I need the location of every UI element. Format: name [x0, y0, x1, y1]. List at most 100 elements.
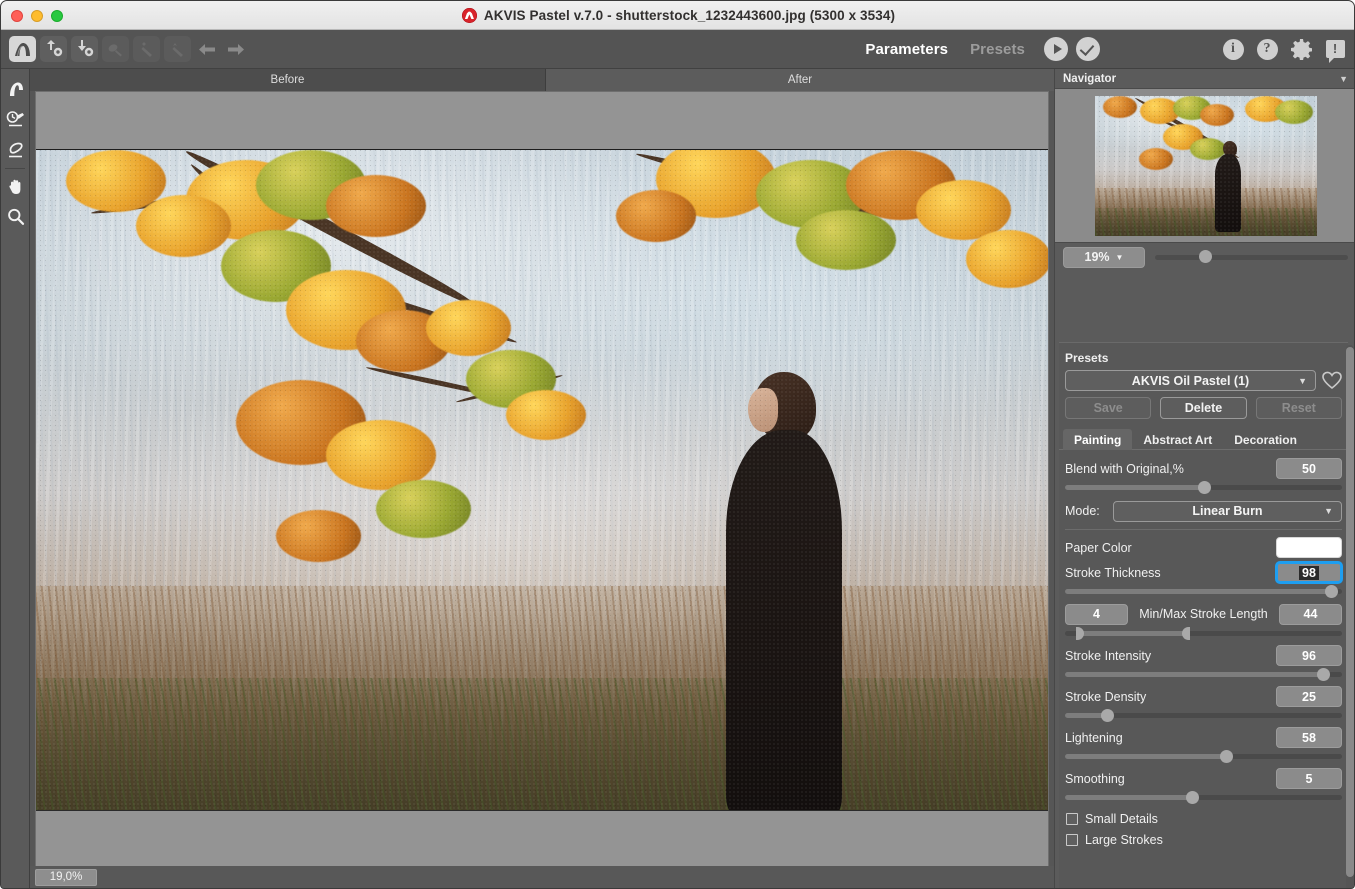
settings-button[interactable]: [1290, 38, 1312, 60]
min-stroke-length-value[interactable]: 4: [1065, 604, 1128, 625]
tab-painting[interactable]: Painting: [1063, 429, 1132, 450]
blend-with-original-value[interactable]: 50: [1276, 458, 1342, 479]
help-button[interactable]: ?: [1256, 38, 1278, 60]
navigator-preview-area[interactable]: [1055, 89, 1355, 243]
chevron-down-icon: ▼: [1298, 376, 1307, 386]
apply-button[interactable]: [1076, 37, 1100, 61]
load-settings-button[interactable]: [40, 36, 67, 62]
info-button[interactable]: i: [1222, 38, 1244, 60]
sidebar-item-hand-tool[interactable]: [1, 172, 30, 202]
large-strokes-row[interactable]: Large Strokes: [1065, 829, 1342, 850]
akvis-logo-button[interactable]: [9, 36, 36, 62]
stroke-thickness-value[interactable]: 98: [1276, 562, 1342, 583]
arrow-up-gear-icon: [44, 40, 64, 58]
tab-abstract-art[interactable]: Abstract Art: [1132, 429, 1223, 450]
stroke-thickness-slider[interactable]: [1065, 586, 1342, 597]
right-panel: Navigator ▼: [1054, 69, 1355, 889]
slider-fill: [1076, 631, 1190, 636]
tab-presets[interactable]: Presets: [959, 41, 1036, 58]
stroke-thickness-label: Stroke Thickness: [1065, 566, 1276, 580]
window-controls[interactable]: [11, 10, 63, 22]
slider-handle[interactable]: [1198, 481, 1211, 494]
preset-selected-value: AKVIS Oil Pastel (1): [1132, 374, 1249, 388]
mode-select[interactable]: Linear Burn ▼: [1113, 501, 1342, 522]
akvis-mountain-icon: [13, 41, 32, 58]
zoom-slider-track: [1155, 255, 1348, 260]
tab-parameters[interactable]: Parameters: [854, 41, 959, 58]
question-icon: ?: [1257, 39, 1278, 60]
parameter-tabs: Painting Abstract Art Decoration: [1059, 429, 1348, 450]
scrollbar-thumb[interactable]: [1346, 347, 1354, 877]
navigator-title: Navigator: [1063, 73, 1116, 85]
right-panel-scrollbar[interactable]: [1346, 345, 1354, 889]
lightening-value[interactable]: 58: [1276, 727, 1342, 748]
zoom-slider[interactable]: [1155, 254, 1348, 260]
slider-fill: [1065, 795, 1192, 800]
navigator-thumbnail[interactable]: [1095, 96, 1317, 236]
small-details-row[interactable]: Small Details: [1065, 808, 1342, 829]
minimize-button[interactable]: [31, 10, 43, 22]
min-max-stroke-length-slider[interactable]: [1065, 628, 1342, 639]
zoom-level-select[interactable]: 19% ▼: [1063, 247, 1145, 268]
slider-handle[interactable]: [1220, 750, 1233, 763]
stroke-intensity-value[interactable]: 96: [1276, 645, 1342, 666]
lightening-slider[interactable]: [1065, 751, 1342, 762]
lightening-row: Lightening 58: [1065, 725, 1342, 750]
slider-handle[interactable]: [1325, 585, 1338, 598]
run-button[interactable]: [1044, 37, 1068, 61]
image-workspace: Before After: [30, 69, 1054, 889]
max-stroke-length-value[interactable]: 44: [1279, 604, 1342, 625]
slider-handle[interactable]: [1101, 709, 1114, 722]
tab-decoration[interactable]: Decoration: [1223, 429, 1308, 450]
small-details-checkbox[interactable]: [1066, 813, 1078, 825]
history-brush-button: [102, 36, 129, 62]
zoom-slider-handle[interactable]: [1199, 250, 1212, 263]
gear-icon: [1291, 39, 1312, 60]
direction-brush-icon: [168, 41, 187, 58]
presets-label-text: Presets: [1065, 351, 1108, 365]
stroke-intensity-slider[interactable]: [1065, 669, 1342, 680]
tab-after[interactable]: After: [546, 69, 1054, 91]
status-zoom-value[interactable]: 19,0%: [35, 869, 97, 886]
chevron-down-icon[interactable]: ▼: [1339, 74, 1348, 84]
undo-button[interactable]: [195, 37, 219, 61]
close-button[interactable]: [11, 10, 23, 22]
preset-select[interactable]: AKVIS Oil Pastel (1) ▼: [1065, 370, 1316, 391]
paper-color-swatch[interactable]: [1276, 537, 1342, 558]
stroke-density-slider[interactable]: [1065, 710, 1342, 721]
sidebar-item-stroke-direction-tool[interactable]: [1, 75, 30, 105]
slider-handle[interactable]: [1317, 668, 1330, 681]
smoothing-label: Smoothing: [1065, 772, 1276, 786]
arrow-down-gear-icon: [75, 40, 95, 58]
redo-button[interactable]: [223, 37, 247, 61]
notice-button[interactable]: !: [1324, 38, 1346, 60]
lightening-label: Lightening: [1065, 731, 1276, 745]
sidebar-item-zoom-tool[interactable]: [1, 202, 30, 232]
save-preset-button[interactable]: Save: [1065, 397, 1151, 419]
slider-handle-max[interactable]: [1182, 627, 1190, 640]
sidebar-item-eraser-tool[interactable]: [1, 135, 30, 165]
large-strokes-label: Large Strokes: [1085, 833, 1163, 847]
chevron-down-icon: ▼: [1116, 253, 1124, 262]
direction-brush-button: [164, 36, 191, 62]
stroke-density-value[interactable]: 25: [1276, 686, 1342, 707]
maximize-button[interactable]: [51, 10, 63, 22]
delete-preset-button[interactable]: Delete: [1160, 397, 1246, 419]
blend-with-original-slider[interactable]: [1065, 482, 1342, 493]
reset-preset-button[interactable]: Reset: [1256, 397, 1342, 419]
save-settings-button[interactable]: [71, 36, 98, 62]
favorite-preset-button[interactable]: [1322, 371, 1342, 390]
min-max-stroke-length-row: 4 Min/Max Stroke Length 44: [1065, 601, 1342, 627]
large-strokes-checkbox[interactable]: [1066, 834, 1078, 846]
stroke-intensity-label: Stroke Intensity: [1065, 649, 1276, 663]
slider-handle-min[interactable]: [1076, 627, 1084, 640]
image-canvas[interactable]: [35, 91, 1049, 886]
akvis-logo-icon: [462, 8, 477, 23]
smoothing-slider[interactable]: [1065, 792, 1342, 803]
toolbar-left-group: [1, 36, 247, 62]
title-bar: AKVIS Pastel v.7.0 - shutterstock_123244…: [1, 1, 1355, 30]
smoothing-value[interactable]: 5: [1276, 768, 1342, 789]
tab-before[interactable]: Before: [30, 69, 546, 91]
slider-handle[interactable]: [1186, 791, 1199, 804]
sidebar-item-history-brush-tool[interactable]: [1, 105, 30, 135]
